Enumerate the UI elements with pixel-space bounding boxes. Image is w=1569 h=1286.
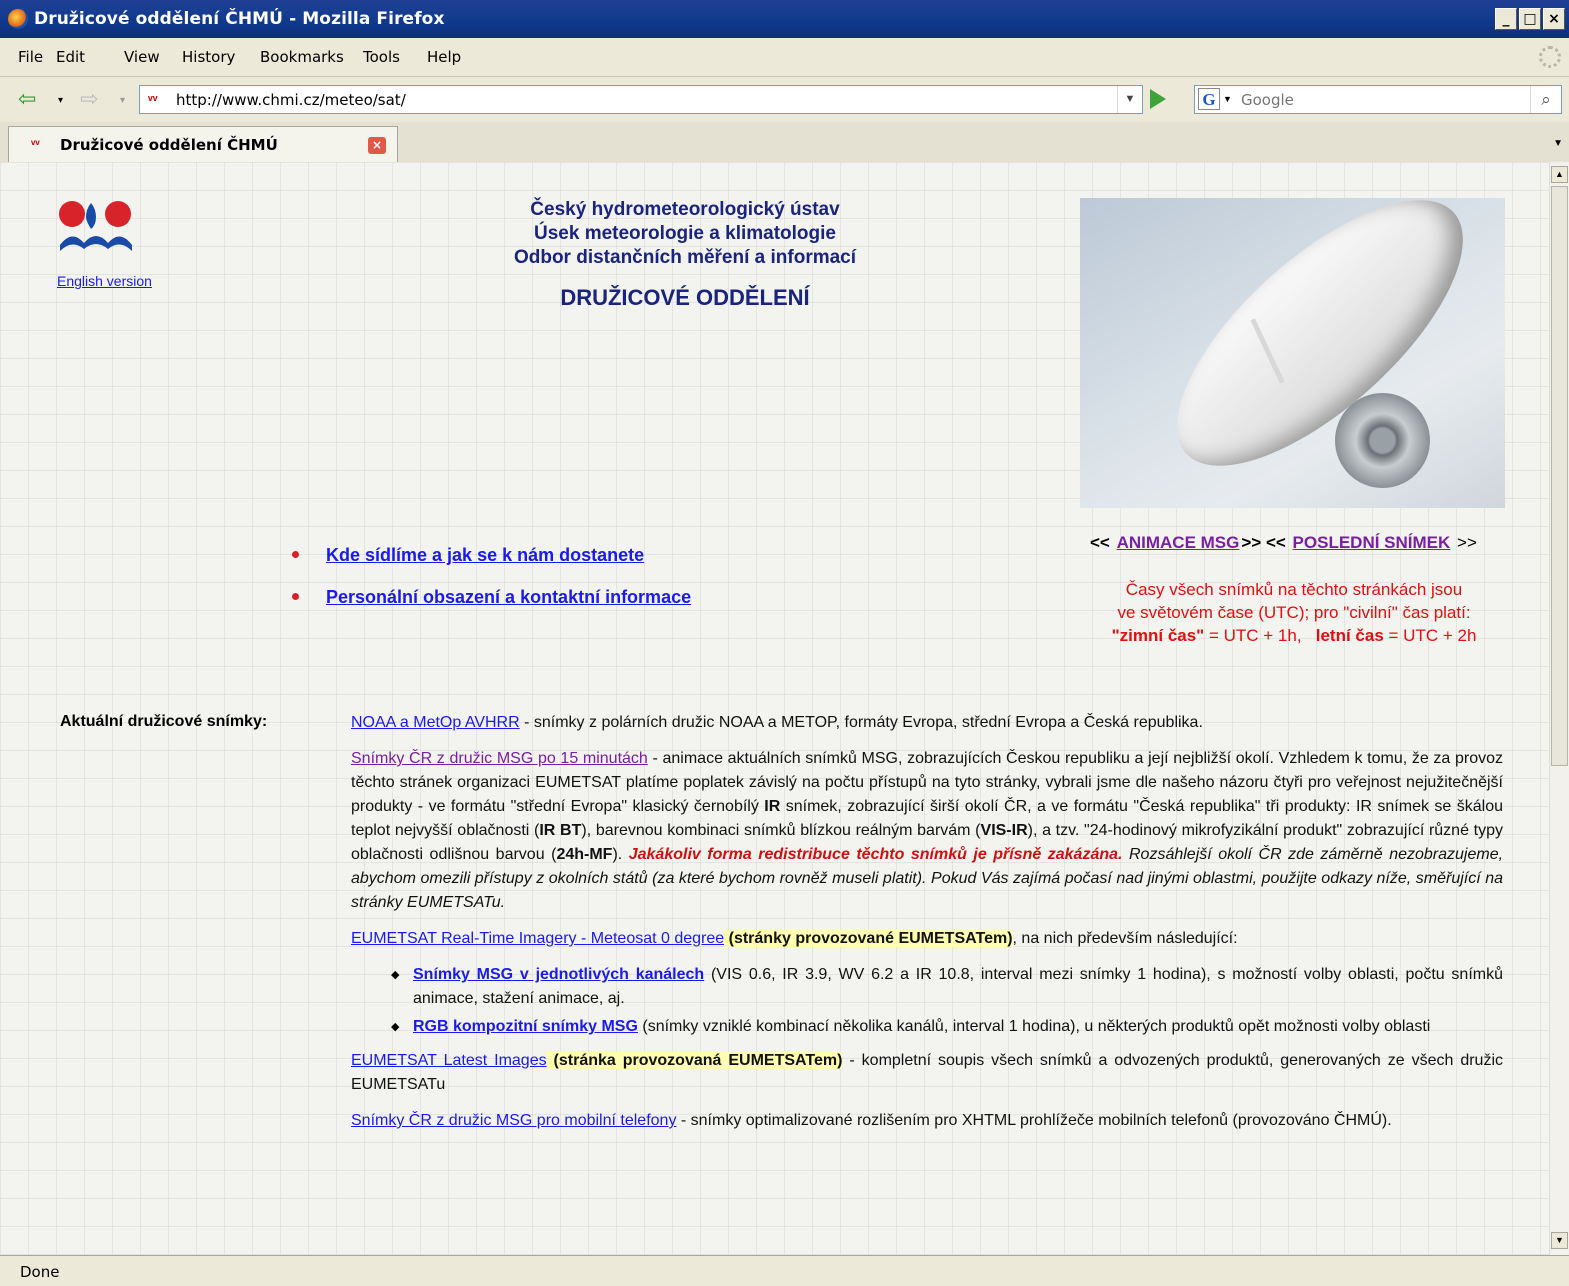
throbber-icon bbox=[1539, 46, 1561, 68]
list-item: RGB kompozitní snímky MSG (snímky vznikl… bbox=[391, 1015, 1503, 1039]
utc-winter-label: "zimní čas" bbox=[1111, 626, 1205, 645]
msg-irbt: IR BT bbox=[539, 822, 582, 839]
rgb-composite-desc: (snímky vzniklé kombinací několika kanál… bbox=[637, 1018, 1431, 1035]
msg-desc-e: ). bbox=[612, 846, 629, 863]
eumetsat-latest-highlight: (stránka provozovaná EUMETSATem) bbox=[546, 1052, 843, 1069]
title-bar: Družicové oddělení ČHMÚ - Mozilla Firefo… bbox=[0, 0, 1569, 38]
page-content: English version Český hydrometeorologick… bbox=[0, 162, 1549, 1255]
noaa-metop-link[interactable]: NOAA a MetOp AVHRR bbox=[351, 714, 520, 731]
forward-button[interactable]: ⇨ bbox=[80, 86, 98, 112]
back-dropdown-icon[interactable]: ▾ bbox=[58, 95, 63, 106]
noaa-desc: - snímky z polárních družic NOAA a METOP… bbox=[519, 714, 1203, 731]
utc-line-1: Časy všech snímků na těchto stránkách js… bbox=[1125, 580, 1463, 599]
url-history-dropdown-icon[interactable]: ▼ bbox=[1117, 86, 1142, 113]
status-bar: Done bbox=[0, 1255, 1569, 1286]
header-line-2: Úsek meteorologie a klimatologie bbox=[534, 223, 836, 244]
redistribution-warning: Jakákoliv forma redistribuce těchto sním… bbox=[628, 846, 1123, 863]
msg-visir: VIS-IR bbox=[980, 822, 1028, 839]
msg-ir: IR bbox=[764, 798, 781, 815]
tab-list-icon[interactable]: ▼ bbox=[1553, 138, 1563, 149]
utc-line-2: ve světovém čase (UTC); pro "civilní" ča… bbox=[1117, 603, 1471, 622]
msg-24hmf: 24h-MF bbox=[556, 846, 613, 863]
rgb-composite-link[interactable]: RGB kompozitní snímky MSG bbox=[413, 1018, 638, 1035]
vertical-scrollbar[interactable]: ▲ ▼ bbox=[1549, 162, 1569, 1255]
scroll-thumb[interactable] bbox=[1551, 186, 1568, 766]
mobile-desc: - snímky optimalizované rozlišením pro X… bbox=[676, 1112, 1392, 1129]
tab-bar: ᵛᵛ Družicové oddělení ČHMÚ × ▼ bbox=[0, 122, 1569, 163]
firefox-icon bbox=[8, 9, 28, 29]
list-item: Snímky ČR z družic MSG po 15 minutách - … bbox=[351, 747, 1503, 915]
back-button[interactable]: ⇦ bbox=[18, 86, 36, 112]
eumetsat-desc: , na nich především následující: bbox=[1012, 930, 1238, 947]
msg-desc-c: ), barevnou kombinaci snímků blízkou reá… bbox=[581, 822, 981, 839]
anim-suffix: >> bbox=[1457, 533, 1477, 552]
eumetsat-sublist: Snímky MSG v jednotlivých kanálech (VIS … bbox=[351, 963, 1503, 1039]
eumetsat-highlight: (stránky provozované EUMETSATem) bbox=[724, 930, 1013, 947]
english-version-link[interactable]: English version bbox=[57, 273, 152, 289]
menu-bookmarks[interactable]: Bookmarks bbox=[260, 48, 344, 66]
google-engine-icon[interactable]: G bbox=[1198, 88, 1220, 110]
tab-close-icon[interactable]: × bbox=[368, 137, 386, 154]
list-item: EUMETSAT Real-Time Imagery - Meteosat 0 … bbox=[351, 927, 1503, 951]
utc-winter-value: = UTC + 1h, bbox=[1204, 626, 1302, 645]
tab-active[interactable]: ᵛᵛ Družicové oddělení ČHMÚ × bbox=[8, 126, 398, 162]
posledni-snimek-link[interactable]: POSLEDNÍ SNÍMEK bbox=[1293, 533, 1451, 552]
animace-msg-link[interactable]: ANIMACE MSG bbox=[1117, 533, 1240, 552]
list-item: Snímky MSG v jednotlivých kanálech (VIS … bbox=[391, 963, 1503, 1011]
utc-summer-value: = UTC + 2h bbox=[1383, 626, 1477, 645]
navigation-bar: ⇦ ▾ ⇨ ▾ ᵛᵛ http://www.chmi.cz/meteo/sat/… bbox=[0, 77, 1569, 121]
tab-label: Družicové oddělení ČHMÚ bbox=[60, 136, 278, 154]
search-input[interactable] bbox=[1239, 89, 1523, 111]
location-link[interactable]: Kde sídlíme a jak se k nám dostanete bbox=[291, 545, 644, 566]
msg-15min-link[interactable]: Snímky ČR z družic MSG po 15 minutách bbox=[351, 750, 648, 767]
section-label: Aktuální družicové snímky: bbox=[60, 713, 268, 730]
page-title: DRUŽICOVÉ ODDĚLENÍ bbox=[560, 285, 810, 310]
satellite-links-list: NOAA a MetOp AVHRR - snímky z polárních … bbox=[351, 711, 1503, 1145]
menu-tools[interactable]: Tools bbox=[363, 48, 400, 66]
page-header: Český hydrometeorologický ústav Úsek met… bbox=[430, 198, 940, 310]
scroll-up-icon[interactable]: ▲ bbox=[1551, 166, 1568, 183]
msg-channels-link[interactable]: Snímky MSG v jednotlivých kanálech bbox=[413, 966, 704, 983]
site-favicon-icon: ᵛᵛ bbox=[148, 92, 158, 107]
window-title: Družicové oddělení ČHMÚ - Mozilla Firefo… bbox=[34, 9, 445, 29]
chmi-logo bbox=[59, 201, 132, 251]
menu-help[interactable]: Help bbox=[427, 48, 461, 66]
menu-history[interactable]: History bbox=[182, 48, 235, 66]
eumetsat-realtime-link[interactable]: EUMETSAT Real-Time Imagery - Meteosat 0 … bbox=[351, 930, 724, 947]
mobile-link[interactable]: Snímky ČR z družic MSG pro mobilní telef… bbox=[351, 1112, 676, 1129]
engine-dropdown-icon[interactable]: ▼ bbox=[1223, 94, 1232, 104]
search-bar[interactable]: G ▼ ⌕ bbox=[1194, 85, 1562, 114]
header-line-1: Český hydrometeorologický ústav bbox=[530, 199, 840, 220]
forward-dropdown-icon[interactable]: ▾ bbox=[120, 95, 125, 106]
anim-prefix: << bbox=[1090, 533, 1110, 552]
utc-notice: Časy všech snímků na těchto stránkách js… bbox=[1080, 578, 1508, 647]
url-bar[interactable]: ᵛᵛ http://www.chmi.cz/meteo/sat/ ▼ bbox=[139, 85, 1143, 114]
menu-bar: File Edit View History Bookmarks Tools H… bbox=[0, 38, 1569, 77]
tab-favicon-icon: ᵛᵛ bbox=[31, 137, 40, 151]
status-text: Done bbox=[20, 1263, 60, 1281]
utc-summer-label: letní čas bbox=[1315, 626, 1384, 645]
menu-edit[interactable]: Edit bbox=[56, 48, 85, 66]
header-line-3: Odbor distančních měření a informací bbox=[513, 247, 857, 268]
close-window-button[interactable]: × bbox=[1543, 8, 1565, 30]
menu-file[interactable]: File bbox=[18, 48, 43, 66]
scroll-down-icon[interactable]: ▼ bbox=[1551, 1232, 1568, 1249]
go-button[interactable] bbox=[1150, 89, 1166, 109]
eumetsat-latest-link[interactable]: EUMETSAT Latest Images bbox=[351, 1052, 547, 1069]
anim-separator: >> << bbox=[1241, 533, 1286, 552]
maximize-button[interactable]: □ bbox=[1519, 8, 1541, 30]
satellite-dish-photo bbox=[1080, 198, 1505, 508]
list-item: EUMETSAT Latest Images (stránka provozov… bbox=[351, 1049, 1503, 1097]
search-icon[interactable]: ⌕ bbox=[1530, 86, 1561, 113]
contacts-link[interactable]: Personální obsazení a kontaktní informac… bbox=[291, 587, 691, 608]
menu-view[interactable]: View bbox=[124, 48, 160, 66]
list-item: NOAA a MetOp AVHRR - snímky z polárních … bbox=[351, 711, 1503, 735]
minimize-button[interactable]: _ bbox=[1495, 8, 1517, 30]
list-item: Snímky ČR z družic MSG pro mobilní telef… bbox=[351, 1109, 1503, 1133]
url-text[interactable]: http://www.chmi.cz/meteo/sat/ bbox=[176, 91, 406, 109]
animation-links: << ANIMACE MSG >> << POSLEDNÍ SNÍMEK >> bbox=[1090, 533, 1477, 553]
browser-window: Družicové oddělení ČHMÚ - Mozilla Firefo… bbox=[0, 0, 1569, 1286]
